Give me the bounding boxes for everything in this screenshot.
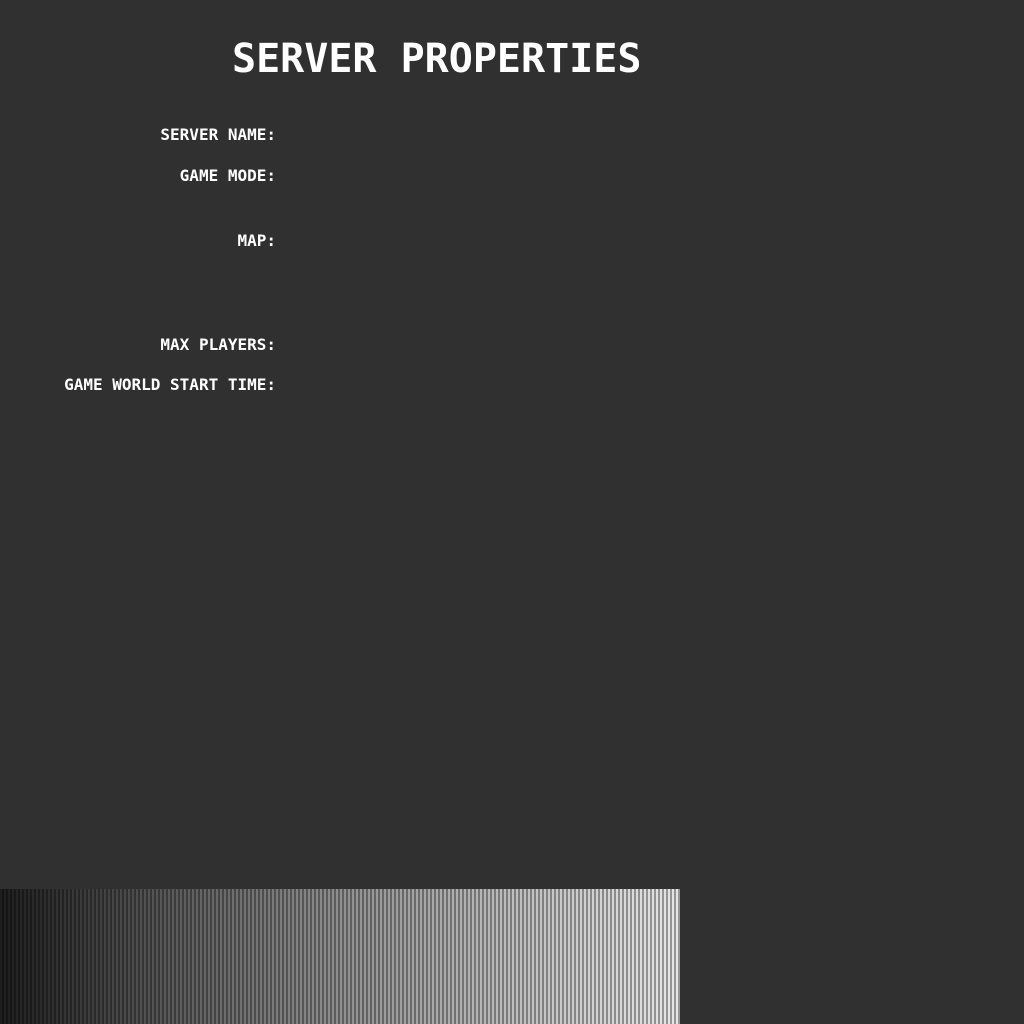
game-mode-label: GAME MODE: — [179, 166, 276, 185]
page-title: SERVER PROPERTIES — [232, 36, 642, 82]
max-players-label: MAX PLAYERS: — [160, 335, 276, 354]
server-name-label: SERVER NAME: — [160, 125, 276, 144]
game-world-start-time-label: GAME WORLD START TIME: — [64, 375, 276, 394]
gradient-strip — [0, 889, 680, 1024]
map-label: MAP: — [237, 231, 276, 250]
